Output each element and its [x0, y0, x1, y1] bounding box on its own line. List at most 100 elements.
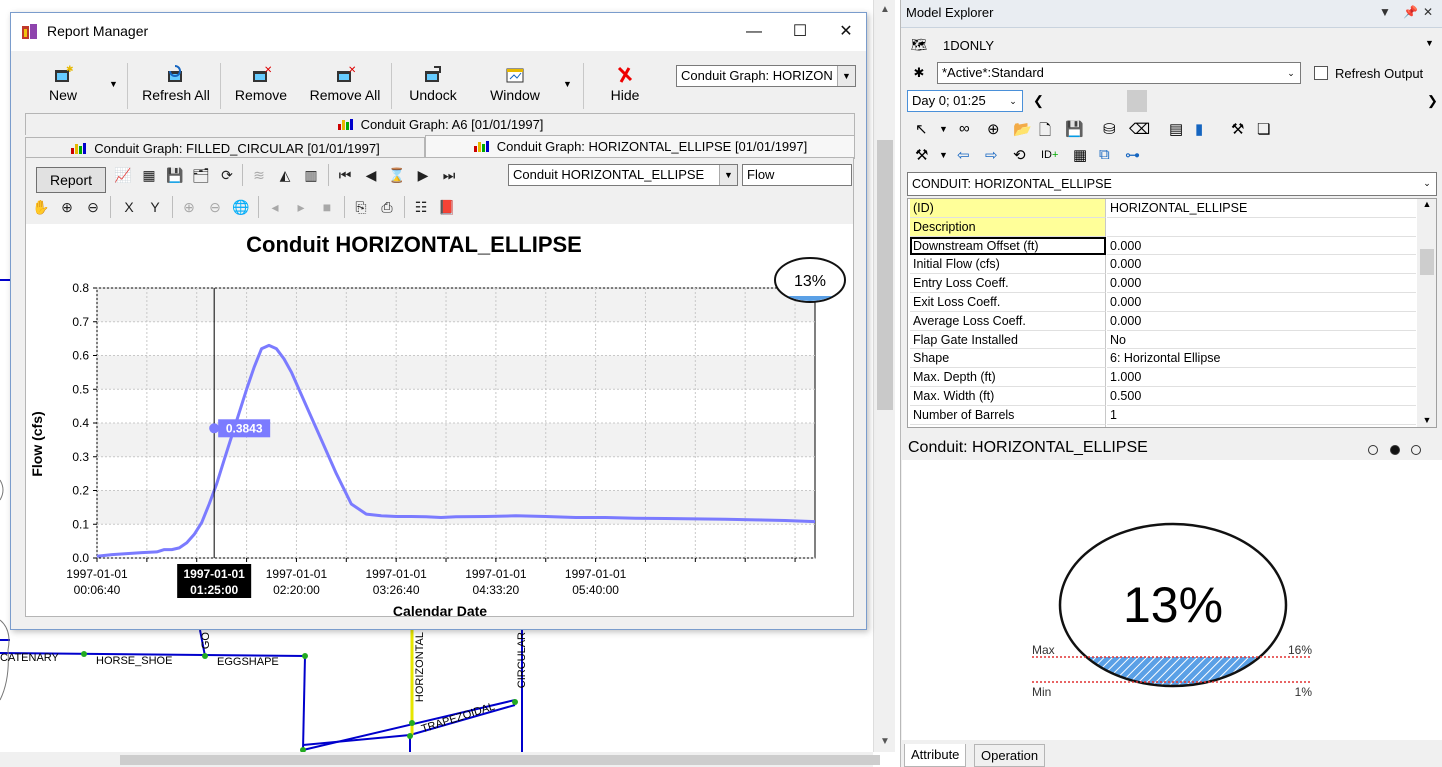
zoom-in-icon[interactable]: ⊕	[56, 196, 78, 218]
undock-button[interactable]: Undock	[403, 57, 463, 115]
property-row[interactable]: Downstream Offset (ft) 0.000	[908, 236, 1416, 256]
previous-frame-icon[interactable]: ◀	[360, 164, 382, 186]
model-dropdown-icon[interactable]: ▼	[1425, 38, 1434, 48]
tab-attribute[interactable]: Attribute	[904, 744, 967, 767]
chevron-down-icon[interactable]: ⌄	[1004, 91, 1022, 111]
scroll-down-icon[interactable]: ▼	[874, 736, 896, 747]
property-value[interactable]: 0.000	[1107, 255, 1416, 275]
book-icon[interactable]: 📕	[436, 196, 458, 218]
zoom-reset-icon[interactable]: ⊖	[204, 196, 226, 218]
scroll-thumb[interactable]	[1420, 249, 1434, 275]
stop-icon[interactable]: ■	[316, 196, 338, 218]
tab-filled-circular[interactable]: Conduit Graph: FILLED_CIRCULAR [01/01/19…	[25, 137, 425, 159]
forward-arrow-icon[interactable]: ⇨	[985, 146, 998, 164]
save-icon[interactable]: 💾	[1065, 120, 1084, 138]
scroll-thumb[interactable]	[877, 140, 893, 410]
report-manager-titlebar[interactable]: Report Manager — ☐ ✕	[11, 13, 866, 51]
zoom-window-icon[interactable]: ⊕	[178, 196, 200, 218]
zoom-out-icon[interactable]: ⊖	[82, 196, 104, 218]
scroll-up-icon[interactable]: ▲	[874, 4, 896, 15]
maximize-button[interactable]: ☐	[777, 13, 823, 51]
hourglass-icon[interactable]: ⌛	[386, 164, 408, 186]
last-frame-icon[interactable]: ⏭	[438, 164, 460, 186]
window-dropdown-icon[interactable]: ▼	[563, 79, 572, 89]
properties-icon[interactable]: ☷	[410, 196, 432, 218]
line-chart-icon[interactable]: ≋	[248, 164, 270, 186]
save-icon[interactable]: 💾	[164, 164, 186, 186]
new-button[interactable]: ✱ New	[41, 57, 85, 115]
property-row[interactable]: Max. Depth (ft) 1.000	[908, 368, 1416, 387]
grid-chart-icon[interactable]: ▥	[300, 164, 322, 186]
property-value[interactable]: 0.000	[1107, 312, 1416, 331]
first-frame-icon[interactable]: ⏮	[334, 164, 356, 186]
pan-hand-icon[interactable]: ✋	[30, 196, 52, 218]
step-forward-icon[interactable]: ▸	[290, 196, 312, 218]
pipe-icon[interactable]: ⊶	[1125, 146, 1140, 164]
bar-chart-icon[interactable]: ▮	[1195, 120, 1203, 138]
pin-icon[interactable]: 📌	[1403, 5, 1418, 19]
property-value[interactable]	[1107, 218, 1416, 237]
time-select[interactable]: Day 0; 01:25 ⌄	[907, 90, 1023, 112]
hammer-icon[interactable]: ⚒	[915, 146, 928, 164]
x-axis-icon[interactable]: X	[118, 196, 140, 218]
page-dot-3[interactable]	[1411, 445, 1422, 455]
property-value[interactable]: 0.000	[1107, 293, 1416, 312]
zoom-icon[interactable]: ⊕	[987, 120, 1000, 138]
property-value[interactable]: HORIZONTAL_ELLIPSE	[1107, 199, 1416, 218]
page-dot-2[interactable]	[1389, 445, 1400, 455]
save-all-icon[interactable]: 🗂	[190, 164, 212, 186]
select-arrow-icon[interactable]: ↖	[915, 120, 928, 138]
page-dot-1[interactable]	[1368, 445, 1378, 455]
table-icon[interactable]: ▦	[1073, 146, 1087, 164]
map-vertical-scrollbar[interactable]: ▲ ▼	[873, 0, 895, 752]
open-folder-icon[interactable]: 📂	[1013, 120, 1032, 138]
property-row[interactable]: Flap Gate Installed No	[908, 330, 1416, 350]
property-row[interactable]: Transect	[908, 424, 1416, 427]
chevron-down-icon[interactable]: ▼	[719, 165, 737, 185]
new-file-icon[interactable]: 🗋	[1039, 120, 1051, 145]
property-row[interactable]: Entry Loss Coeff. 0.000	[908, 274, 1416, 293]
remove-all-button[interactable]: ✕ Remove All	[305, 57, 385, 115]
property-row[interactable]: Description	[908, 217, 1416, 237]
hscroll-thumb[interactable]	[120, 755, 880, 765]
time-forward-icon[interactable]: ❯	[1427, 93, 1438, 109]
variable-select[interactable]: Flow	[742, 164, 852, 186]
refresh-output-checkbox[interactable]	[1314, 66, 1328, 80]
property-value[interactable]	[1107, 425, 1416, 427]
property-value[interactable]: 0.000	[1107, 274, 1416, 293]
scroll-up-icon[interactable]: ▲	[1417, 199, 1436, 209]
property-value[interactable]: 6: Horizontal Ellipse	[1107, 349, 1416, 369]
eraser-icon[interactable]: ⌫	[1129, 120, 1150, 138]
property-value[interactable]: 1	[1107, 406, 1416, 425]
report-icon[interactable]: ▤	[1169, 120, 1183, 138]
report-button[interactable]: Report	[36, 167, 106, 193]
chevron-down-icon[interactable]: ⌄	[1418, 173, 1436, 195]
chart-type-icon[interactable]: 📈	[112, 164, 134, 186]
model-row[interactable]: 🗺 1DONLY ▼	[905, 34, 1438, 58]
property-value[interactable]: 0.500	[1107, 387, 1416, 406]
property-row[interactable]: Number of Barrels 1	[908, 405, 1416, 425]
report-select[interactable]: Conduit Graph: HORIZON ▼	[676, 65, 856, 87]
area-chart-icon[interactable]: ◭	[274, 164, 296, 186]
y-axis-icon[interactable]: Y	[144, 196, 166, 218]
property-row[interactable]: Exit Loss Coeff. 0.000	[908, 293, 1416, 312]
property-row[interactable]: Initial Flow (cfs) 0.000	[908, 255, 1416, 275]
refresh-icon[interactable]: ⟳	[216, 164, 238, 186]
property-row[interactable]: (ID) HORIZONTAL_ELLIPSE	[908, 199, 1416, 218]
next-frame-icon[interactable]: ▶	[412, 164, 434, 186]
scroll-down-icon[interactable]: ▼	[1417, 415, 1436, 425]
chevron-down-icon[interactable]: ▼	[837, 66, 855, 86]
print-icon[interactable]: ⎙	[376, 196, 398, 218]
hide-button[interactable]: Hide	[603, 57, 647, 115]
property-row[interactable]: Max. Width (ft) 0.500	[908, 387, 1416, 406]
tab-horizontal-ellipse[interactable]: Conduit Graph: HORIZONTAL_ELLIPSE [01/01…	[425, 135, 855, 159]
cube-icon[interactable]: ⧉	[1099, 146, 1110, 163]
copy-data-icon[interactable]: ▦	[138, 164, 160, 186]
property-value[interactable]: 0.000	[1107, 237, 1416, 256]
new-dropdown-icon[interactable]: ▼	[109, 79, 118, 89]
property-row[interactable]: Shape 6: Horizontal Ellipse	[908, 349, 1416, 369]
add-id-icon[interactable]: ID+	[1041, 149, 1058, 161]
time-slider-thumb[interactable]	[1127, 90, 1147, 112]
chevron-down-icon[interactable]: ⌄	[1282, 63, 1300, 83]
tools-icon[interactable]: ⚒	[1231, 120, 1244, 138]
